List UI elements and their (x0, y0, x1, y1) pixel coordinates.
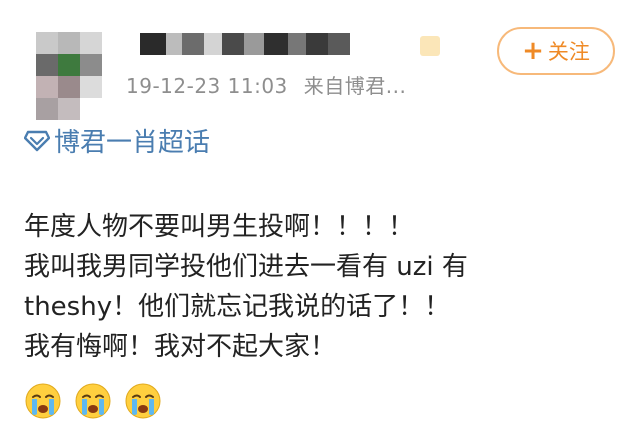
content-line: theshy！他们就忘记我说的话了！！ (24, 292, 451, 322)
content-line: 我叫我男同学投他们进去一看有 uzi 有 (24, 252, 468, 282)
avatar[interactable] (36, 32, 102, 120)
plus-icon: + (522, 36, 544, 66)
topic-link[interactable]: 博君一肖超话 (24, 122, 210, 159)
timestamp: 19-12-23 11:03 (126, 74, 288, 98)
follow-button[interactable]: + 关注 (497, 27, 615, 75)
post-source[interactable]: 来自博君... (304, 74, 407, 98)
post-content: 年度人物不要叫男生投啊！！！！ 我叫我男同学投他们进去一看有 uzi 有 the… (24, 207, 624, 367)
vip-badge (420, 36, 440, 56)
follow-label: 关注 (547, 40, 590, 64)
crying-face-icon (125, 383, 161, 419)
diamond-icon (24, 130, 50, 151)
weibo-post: 19-12-23 11:03 来自博君... + 关注 博君一肖超话 年度人物不要… (0, 0, 640, 432)
content-line: 年度人物不要叫男生投啊！！！！ (24, 212, 415, 242)
emoji-row (24, 382, 162, 420)
topic-label: 博君一肖超话 (54, 128, 211, 158)
content-line: 我有悔啊！我对不起大家！ (24, 332, 337, 362)
post-meta: 19-12-23 11:03 来自博君... (126, 70, 406, 99)
crying-face-icon (75, 383, 111, 419)
username[interactable] (140, 33, 350, 55)
crying-face-icon (25, 383, 61, 419)
